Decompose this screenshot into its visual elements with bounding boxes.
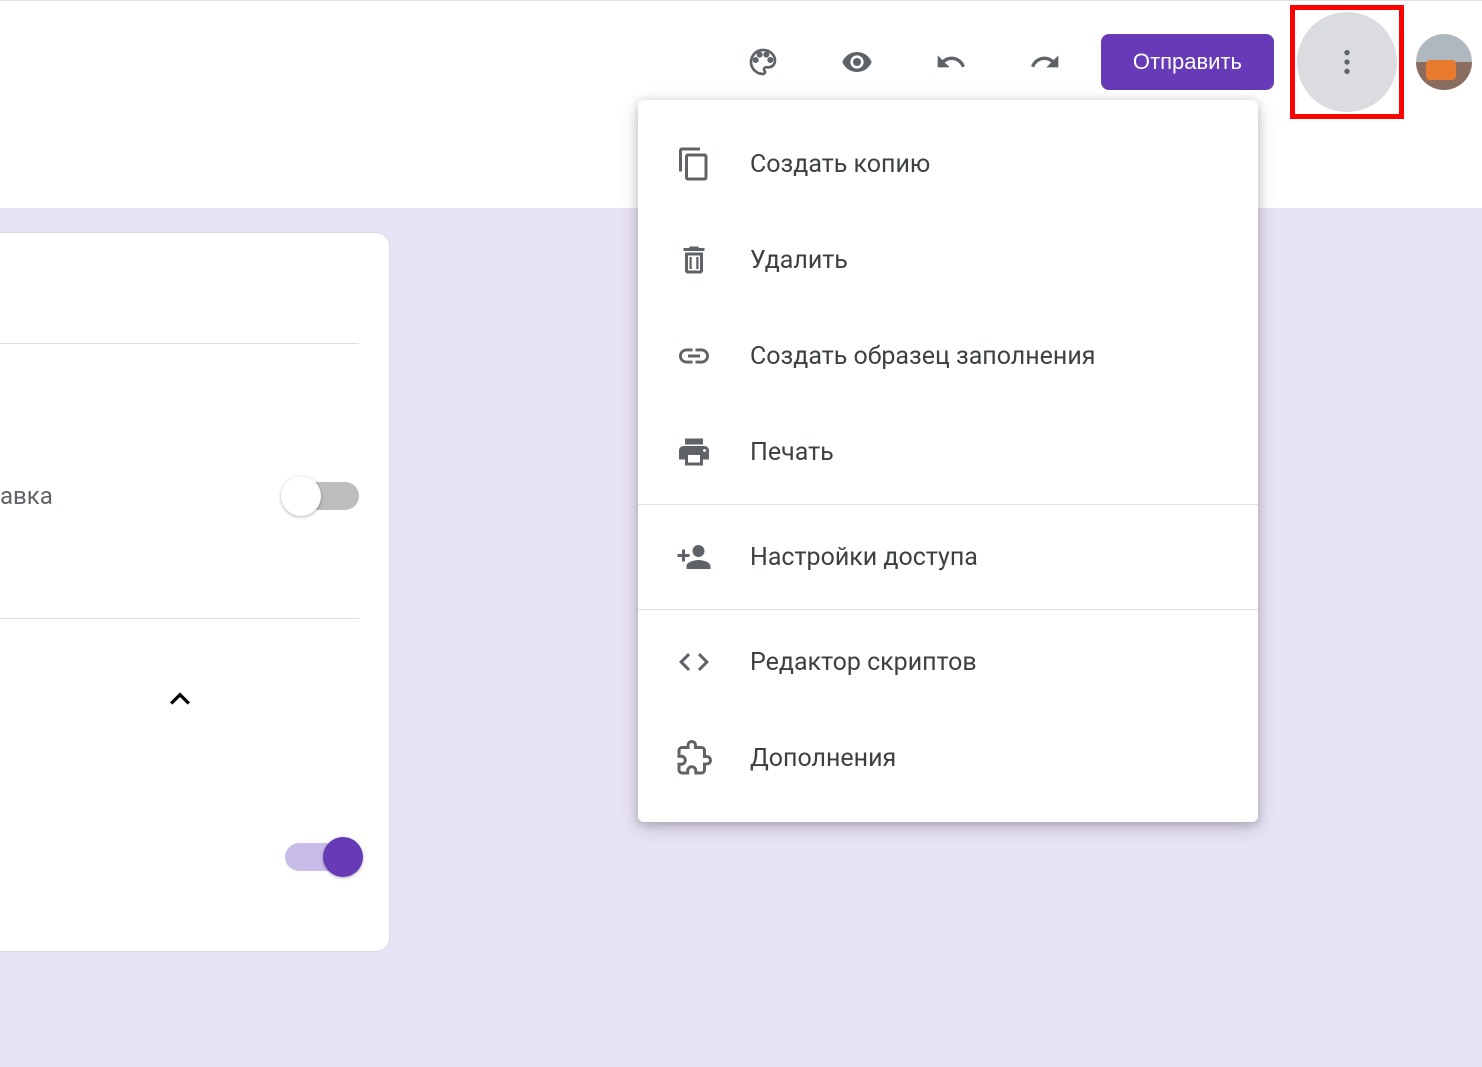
more-button-highlight <box>1290 5 1404 119</box>
menu-item-delete[interactable]: Удалить <box>638 212 1258 308</box>
menu-item-addons[interactable]: Дополнения <box>638 710 1258 806</box>
send-button[interactable]: Отправить <box>1101 34 1274 90</box>
menu-label: Редактор скриптов <box>750 648 977 677</box>
copy-icon <box>674 144 714 184</box>
menu-divider <box>638 504 1258 505</box>
undo-button[interactable] <box>923 34 979 90</box>
people-add-icon <box>674 537 714 577</box>
menu-item-copy[interactable]: Создать копию <box>638 116 1258 212</box>
setting-label: авка <box>0 482 53 510</box>
settings-card: авка <box>0 232 390 952</box>
print-icon <box>674 432 714 472</box>
preview-button[interactable] <box>829 34 885 90</box>
menu-label: Печать <box>750 438 834 467</box>
puzzle-icon <box>674 738 714 778</box>
menu-label: Создать копию <box>750 150 930 179</box>
menu-item-print[interactable]: Печать <box>638 404 1258 500</box>
theme-button[interactable] <box>735 34 791 90</box>
divider <box>0 343 359 344</box>
divider <box>0 618 359 619</box>
more-options-menu: Создать копию Удалить Создать образец за… <box>638 100 1258 822</box>
setting-row: авка <box>0 474 359 518</box>
redo-button[interactable] <box>1017 34 1073 90</box>
menu-label: Удалить <box>750 246 848 275</box>
undo-icon <box>935 46 967 78</box>
user-avatar[interactable] <box>1416 34 1472 90</box>
code-icon <box>674 642 714 682</box>
menu-label: Дополнения <box>750 744 896 773</box>
menu-divider <box>638 609 1258 610</box>
more-options-button[interactable] <box>1297 12 1397 112</box>
toggle-switch-1[interactable] <box>285 482 359 510</box>
toggle-switch-2[interactable] <box>285 843 359 871</box>
menu-item-prefill-link[interactable]: Создать образец заполнения <box>638 308 1258 404</box>
trash-icon <box>674 240 714 280</box>
eye-icon <box>841 46 873 78</box>
menu-item-script-editor[interactable]: Редактор скриптов <box>638 614 1258 710</box>
menu-item-sharing[interactable]: Настройки доступа <box>638 509 1258 605</box>
palette-icon <box>747 46 779 78</box>
menu-label: Настройки доступа <box>750 543 978 572</box>
collapse-button[interactable] <box>0 679 359 723</box>
toggle-knob <box>281 476 321 516</box>
more-vertical-icon <box>1331 46 1363 78</box>
toggle-knob <box>323 837 363 877</box>
redo-icon <box>1029 46 1061 78</box>
link-icon <box>674 336 714 376</box>
chevron-up-icon <box>160 679 200 719</box>
menu-label: Создать образец заполнения <box>750 342 1095 371</box>
